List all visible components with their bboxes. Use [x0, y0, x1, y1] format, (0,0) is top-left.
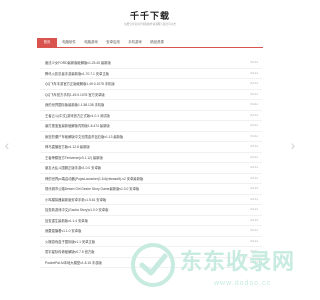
list-item-title[interactable]: 神马直播官方版v1.12.8 最新版	[45, 144, 215, 149]
list-item[interactable]: 魔法少女FORD最新版破解版v1.23.45 最新版 04-11	[40, 58, 262, 69]
list-item-title[interactable]: 王者荣耀官方Timiverse(v3.1.12) 最新版	[45, 155, 215, 160]
watermark: 东东收录网 www.dodoo.cc	[128, 232, 300, 300]
list-item[interactable]: 王者云斗(中文)游戏官方正式版v1.0.1 测试版 04-11	[40, 111, 262, 121]
list-item-title[interactable]: 疯狂的僵尸车破解版中文无限金币钻石版v1.13 最新版	[45, 134, 215, 139]
watermark-text: 东东收录网	[180, 250, 296, 275]
nav-item-pc-software[interactable]: 电脑软件	[59, 38, 79, 47]
list-item-date: 04-11	[250, 70, 258, 75]
list-item[interactable]: 神的世界pc端启动器(PojavLauncher)1.6.6(release5)…	[40, 174, 262, 184]
list-item[interactable]: 神马直播官方版v1.12.8 最新版 04-11	[40, 142, 262, 153]
list-item-date: 04-11	[250, 175, 258, 180]
list-item-title[interactable]: 腾讯火影忍者手游最新版v1.70.7.1 安卓正版	[45, 71, 215, 76]
list-item-title[interactable]: 我的世界国际版最新版1.1.58.138 手机版	[45, 102, 215, 107]
list-item[interactable]: 加查新游戏中文(Gacha Story)v1.0.0 安卓版 04-11	[40, 205, 262, 216]
list-item-title[interactable]: 加查重生最新版v1.1.4 安卓版	[45, 218, 215, 223]
list-item[interactable]: 腾讯火影忍者手游最新版v1.70.7.1 安卓正版 04-11	[40, 69, 262, 79]
list-item[interactable]: 我的世界国际版最新版1.1.58.138 手机版 04-11	[40, 100, 262, 111]
list-item[interactable]: 加查重生最新版v1.1.4 安卓版 04-11	[40, 216, 262, 226]
list-item-date: 04-11	[250, 91, 258, 96]
list-item-title[interactable]: QQ飞车手游官方正版破解版1.49.0.1078 手机版	[45, 81, 215, 86]
list-item-date: 04-11	[250, 133, 258, 138]
list-item-date: 04-11	[250, 112, 258, 117]
list-item[interactable]: 朋友大乱斗国服正版手游v1.0.0 安卓版 04-11	[40, 163, 262, 174]
watermark-url: www.dodoo.cc	[214, 280, 272, 287]
list-item-date: 04-11	[250, 154, 258, 159]
list-item-date: 04-11	[250, 60, 258, 64]
list-item-title[interactable]: 朋友大乱斗国服正版手游v1.0.0 安卓版	[45, 165, 215, 170]
list-item-date: 04-11	[250, 217, 258, 222]
list-item-date: 04-11	[250, 123, 258, 127]
list-item-title[interactable]: 王者云斗(中文)游戏官方正式版v1.0.1 测试版	[45, 113, 215, 118]
list-item-title[interactable]: 神的世界pc端启动器(PojavLauncher)1.6.6(release5)…	[45, 176, 215, 181]
list-item-date: 04-11	[250, 196, 258, 201]
list-item[interactable]: 现代城市公路Desert Girl Desire Story Game最新版v1…	[40, 184, 262, 195]
list-item-title[interactable]: 加查新游戏中文(Gacha Story)v1.0.0 安卓版	[45, 207, 215, 212]
list-item-date: 04-11	[250, 144, 258, 148]
list-item-title[interactable]: QQ飞车官方手机1.49.0.1078 官方安卓版	[45, 92, 215, 97]
list-item[interactable]: 疯狂的僵尸车破解版中文无限金币钻石版v1.13 最新版 04-11	[40, 132, 262, 142]
list-item[interactable]: 王者荣耀官方Timiverse(v3.1.12) 最新版 04-11	[40, 153, 262, 163]
site-subtitle: 免费分享安卓手游和软件资源网下载分享平台	[124, 23, 176, 26]
prev-arrow-icon[interactable]: ‹	[2, 135, 12, 155]
next-arrow-icon[interactable]: ›	[288, 135, 298, 155]
list-item-date: 04-11	[250, 165, 258, 169]
nav-item-premium[interactable]: 精品资源	[147, 38, 167, 47]
nav-item-mobile-games[interactable]: 手机游戏	[125, 38, 145, 47]
list-item-title[interactable]: 魔法少女FORD最新版破解版v1.23.45 最新版	[45, 60, 215, 65]
list-item-date: 04-11	[250, 207, 258, 211]
site-header: 千千下载 免费分享安卓手游和软件资源网下载分享平台	[0, 0, 300, 36]
nav-item-android-apps[interactable]: 安卓应用	[103, 38, 123, 47]
list-item-title[interactable]: 暴打蛋宝宝最新破解版内购版1.8.474 最新版	[45, 123, 215, 128]
list-item-date: 04-11	[250, 102, 258, 106]
nav-item-home[interactable]: 首页	[37, 38, 57, 47]
list-item-title[interactable]: 小鸡模拟器最新版安卓手机v1.5.61 安卓版	[45, 197, 215, 202]
list-item[interactable]: 小鸡模拟器最新版安卓手机v1.5.61 安卓版 04-11	[40, 195, 262, 205]
nav-item-pc-games[interactable]: 电脑游戏	[81, 38, 101, 47]
list-item[interactable]: QQ飞车官方手机1.49.0.1078 官方安卓版 04-11	[40, 90, 262, 100]
list-item-title[interactable]: 现代城市公路Desert Girl Desire Story Game最新版v1…	[45, 186, 215, 191]
main-nav: 首页 电脑软件 电脑游戏 安卓应用 手机游戏 精品资源	[37, 38, 263, 48]
list-item-date: 04-11	[250, 186, 258, 190]
list-item[interactable]: QQ飞车手游官方正版破解版1.49.0.1078 手机版 04-11	[40, 79, 262, 90]
site-title[interactable]: 千千下载	[0, 9, 300, 22]
list-item-date: 04-11	[250, 81, 258, 85]
list-item[interactable]: 暴打蛋宝宝最新破解版内购版1.8.474 最新版 04-11	[40, 121, 262, 132]
watermark-logo-icon	[131, 243, 175, 287]
